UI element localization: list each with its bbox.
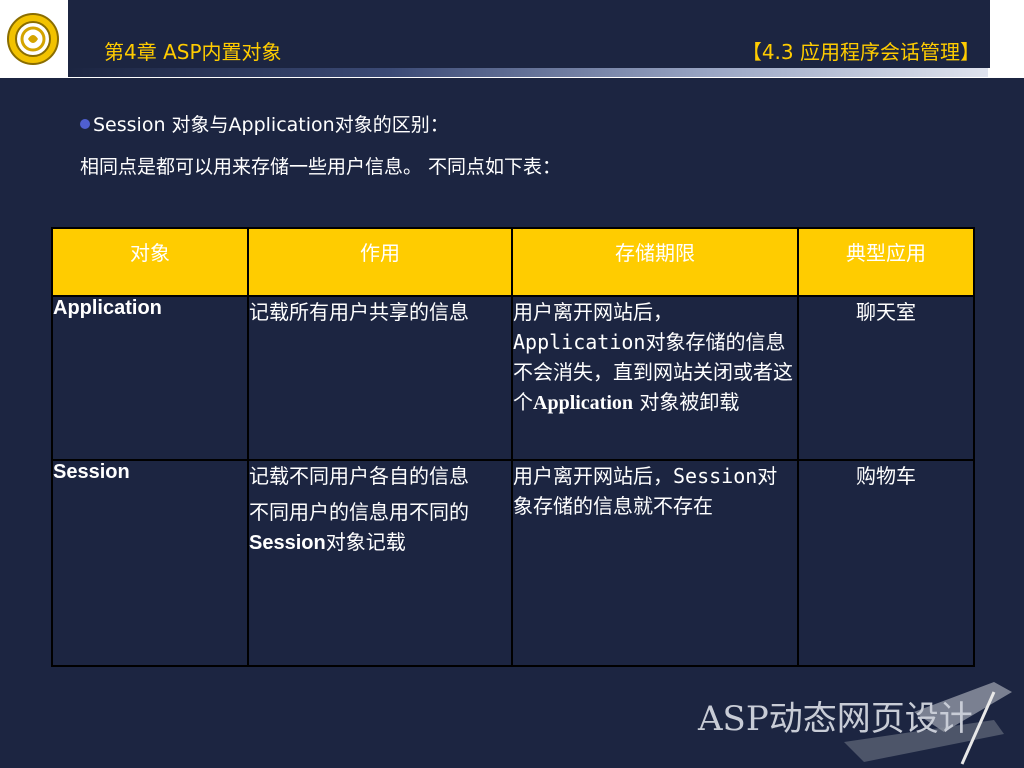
- storage-text: 用户离开网站后，: [513, 300, 673, 324]
- bullet-dot-icon: [80, 119, 90, 129]
- watermark-text: ASP动态网页设计: [697, 699, 973, 739]
- table-row: Session 记载不同用户各自的信息 不同用户的信息用不同的Session对象…: [51, 459, 975, 667]
- object-name-cell: Session: [51, 459, 249, 667]
- storage-text: 用户离开网站后，: [513, 464, 673, 488]
- storage-cell: 用户离开网站后，Application对象存储的信息不会消失，直到网站关闭或者这…: [511, 295, 799, 461]
- logo-emblem-icon: [7, 13, 59, 65]
- object-name-cell: Application: [51, 295, 249, 461]
- purpose-cell: 记载不同用户各自的信息 不同用户的信息用不同的 Session对象记载: [247, 459, 513, 667]
- table-header-row: 对象 作用 存储期限 典型应用: [51, 227, 975, 297]
- bullet-text: Session 对象与Application对象的区别：: [93, 114, 449, 136]
- purpose-text-part: 不同用户的信息用不同的: [249, 500, 469, 524]
- purpose-text: 不同用户的信息用不同的 Session对象记载: [249, 497, 511, 558]
- purpose-text-part: 对象记载: [325, 530, 406, 554]
- storage-object-name: Application: [513, 330, 646, 354]
- purpose-text: 记载不同用户各自的信息: [249, 464, 469, 488]
- course-watermark: ASP动态网页设计: [697, 682, 1012, 765]
- table-header-cell: 对象: [51, 227, 249, 297]
- intro-text: 相同点是都可以用来存储一些用户信息。 不同点如下表：: [80, 156, 562, 178]
- table-header-cell: 存储期限: [511, 227, 799, 297]
- bullet-item: Session 对象与Application对象的区别：: [80, 110, 449, 137]
- storage-object-name: Session: [673, 464, 758, 488]
- section-title: 【4.3 应用程序会话管理】: [741, 40, 980, 64]
- storage-text: 对象被卸载: [633, 390, 740, 414]
- purpose-cell: 记载所有用户共享的信息: [247, 295, 513, 461]
- comparison-table: 对象 作用 存储期限 典型应用 Application 记载所有用户共享的信息 …: [51, 227, 975, 667]
- table-header-cell: 典型应用: [797, 227, 975, 297]
- storage-object-bold: Application: [533, 392, 634, 414]
- chapter-title: 第4章 ASP内置对象: [104, 40, 282, 64]
- table-header-cell: 作用: [247, 227, 513, 297]
- header-gradient-line: [68, 68, 988, 77]
- usage-cell: 聊天室: [797, 295, 975, 461]
- table-row: Application 记载所有用户共享的信息 用户离开网站后， Applicat…: [51, 295, 975, 461]
- purpose-object-bold: Session: [249, 532, 326, 554]
- usage-cell: 购物车: [797, 459, 975, 667]
- storage-cell: 用户离开网站后，Session对象存储的信息就不存在: [511, 459, 799, 667]
